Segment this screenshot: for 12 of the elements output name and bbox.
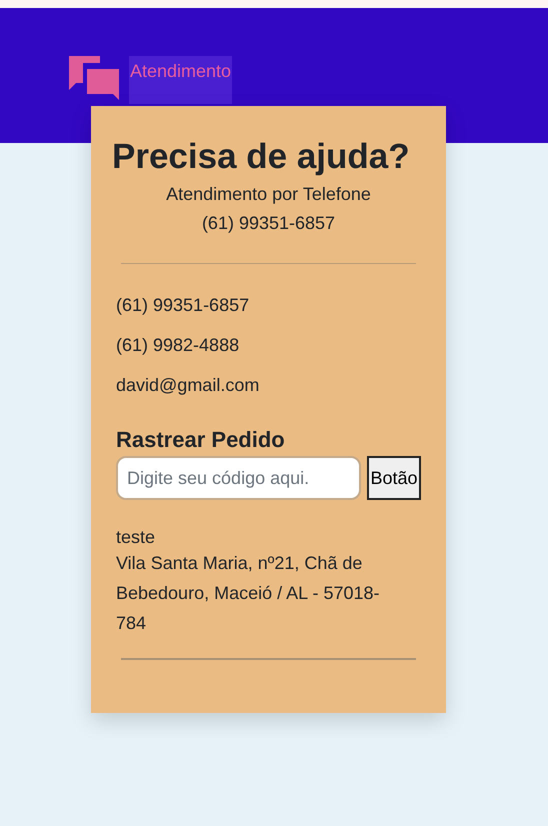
submit-button[interactable]: Botão — [367, 456, 421, 500]
phone-number: (61) 99351-6857 — [200, 212, 336, 235]
card-subtitle: Atendimento por Telefone — [165, 183, 372, 206]
address-label: teste — [116, 526, 156, 548]
contact-item: (61) 9982-4888 — [116, 334, 240, 356]
tracking-code-field[interactable]: Digite seu código aqui. — [116, 456, 361, 500]
contact-item: (61) 99351-6857 — [116, 294, 250, 316]
address-text: Vila Santa Maria, nº21, Chã de Bebedouro, Maceió / AL - 57018-784 — [116, 552, 381, 635]
card-title: Precisa de ajuda? — [112, 136, 410, 178]
chat-bubbles-icon — [69, 56, 119, 100]
section-title: Rastrear Pedido — [116, 426, 286, 454]
contact-item: david@gmail.com — [116, 374, 260, 396]
